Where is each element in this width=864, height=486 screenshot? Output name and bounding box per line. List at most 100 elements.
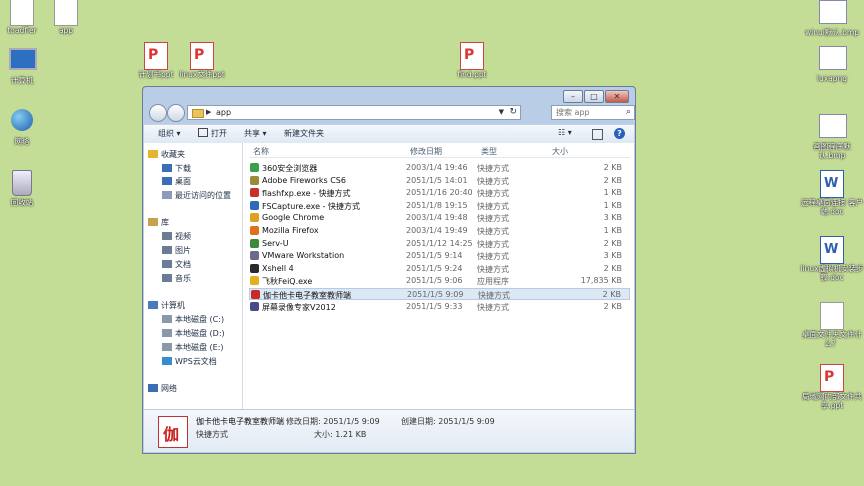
- navigation-pane: 收藏夹下载桌面最近访问的位置库视频图片文档音乐计算机本地磁盘 (C:) 本地磁盘 …: [144, 143, 243, 409]
- file-icon: [250, 301, 259, 311]
- desktop-icon-label: luxapng: [816, 74, 848, 83]
- open-button[interactable]: 打开: [198, 128, 227, 139]
- nav-item-label: 视频: [175, 232, 191, 241]
- nav-item-icon: [148, 384, 158, 392]
- nav-item[interactable]: 本地磁盘 (D:): [162, 328, 225, 339]
- file-icon: [250, 213, 259, 223]
- file-name: Google Chrome: [262, 213, 325, 223]
- desktop-icon[interactable]: 局域网内部文件共享.ppt: [800, 364, 864, 410]
- column-header-type[interactable]: 类型: [481, 146, 497, 157]
- ppt-icon: [460, 42, 484, 70]
- nav-item[interactable]: 本地磁盘 (C:): [162, 314, 224, 325]
- desktop-icon-label: 桌面文件夹文件什么？: [802, 330, 862, 348]
- file-row[interactable]: FSCapture.exe - 快捷方式 2051/1/8 19:15 快捷方式 1 …: [249, 200, 630, 212]
- file-size: 1 KB: [603, 200, 622, 210]
- desktop-icon[interactable]: linux虚拟机安装步骤.doc: [800, 236, 864, 282]
- help-icon[interactable]: ?: [614, 128, 625, 139]
- file-row[interactable]: flashfxp.exe - 快捷方式 2051/1/16 20:40 快捷方式 1 …: [249, 187, 630, 199]
- minimize-icon: –: [571, 92, 575, 101]
- nav-item[interactable]: 收藏夹: [148, 149, 185, 160]
- nav-item[interactable]: 桌面: [162, 176, 191, 187]
- forward-button[interactable]: [167, 104, 185, 122]
- file-size: 17,835 KB: [580, 276, 622, 286]
- column-header-size[interactable]: 大小: [552, 146, 568, 157]
- desktop-icon-label: 计算机: [10, 76, 34, 85]
- desktop-icon[interactable]: find.ppt: [440, 42, 504, 79]
- new-folder-button[interactable]: 新建文件夹: [284, 128, 324, 139]
- nav-item-label: 文档: [175, 260, 191, 269]
- nav-item[interactable]: 最近访问的位置: [162, 190, 231, 201]
- nav-item[interactable]: 库: [148, 217, 169, 228]
- address-bar[interactable]: ▶ app ▼ ↻: [187, 105, 521, 120]
- desktop-icon[interactable]: 回收站: [0, 170, 54, 207]
- desktop-icon[interactable]: 桌面文件夹文件什么？: [800, 302, 864, 348]
- view-options-icon[interactable]: ☷ ▾: [558, 128, 572, 137]
- file-row[interactable]: VMware Workstation 2051/1/5 9:14 快捷方式 3 KB: [249, 250, 630, 262]
- minimize-button[interactable]: –: [563, 90, 583, 103]
- nav-item[interactable]: 本地磁盘 (E:): [162, 342, 224, 353]
- bmp-icon: [819, 114, 847, 138]
- organize-menu[interactable]: 组织 ▾: [158, 128, 181, 139]
- file-date: 2051/1/16 20:40: [406, 188, 473, 198]
- file-row[interactable]: 360安全浏览器 2003/1/4 19:46 快捷方式 2 KB: [249, 162, 630, 174]
- nav-item-label: 图片: [175, 246, 191, 255]
- file-name: Serv-U: [262, 238, 289, 248]
- search-input[interactable]: [554, 107, 622, 118]
- file-row[interactable]: Xshell 4 2051/1/5 9:24 快捷方式 2 KB: [249, 263, 630, 275]
- nav-item[interactable]: 视频: [162, 231, 191, 242]
- desktop-icon[interactable]: 网络: [0, 107, 54, 146]
- refresh-icon[interactable]: ↻: [509, 107, 517, 117]
- nav-item[interactable]: WPS云文档: [162, 356, 217, 367]
- file-icon: [250, 226, 259, 235]
- details-file-type: 快捷方式: [196, 430, 228, 439]
- column-header-date[interactable]: 修改日期: [410, 146, 442, 157]
- preview-pane-icon[interactable]: [592, 129, 603, 140]
- file-icon: [250, 276, 259, 286]
- desktop-icon[interactable]: winui默认.bmp: [800, 0, 864, 37]
- desktop-icon[interactable]: luxapng: [800, 44, 864, 83]
- file-row[interactable]: Mozilla Firefox 2003/1/4 19:49 快捷方式 1 KB: [249, 225, 630, 237]
- address-dropdown-icon[interactable]: ▼: [499, 108, 504, 116]
- desktop-icon[interactable]: 计算机: [0, 44, 54, 85]
- file-date: 2003/1/4 19:46: [406, 163, 468, 172]
- search-icon[interactable]: ⌕: [626, 107, 631, 117]
- nav-item[interactable]: 音乐: [162, 273, 191, 284]
- share-menu[interactable]: 共享 ▾: [244, 128, 267, 139]
- open-icon: [198, 128, 208, 137]
- nav-item-icon: [162, 274, 172, 282]
- desktop-icon[interactable]: 画图程序默认.bmp: [800, 112, 864, 160]
- maximize-icon: □: [590, 92, 598, 101]
- file-row[interactable]: Google Chrome 2003/1/4 19:48 快捷方式 3 KB: [249, 212, 630, 224]
- nav-item-label: 本地磁盘 (D:): [175, 329, 225, 338]
- file-size: 2 KB: [602, 290, 621, 299]
- maximize-button[interactable]: □: [584, 90, 604, 103]
- back-button[interactable]: [149, 104, 167, 122]
- nav-item[interactable]: 下载: [162, 163, 191, 174]
- file-row[interactable]: 屏幕录像专家V2012 2051/1/5 9:33 快捷方式 2 KB: [249, 301, 630, 313]
- desktop-icon[interactable]: app: [34, 0, 98, 35]
- nav-item[interactable]: 网络: [148, 383, 177, 394]
- close-button[interactable]: ✕: [605, 90, 629, 103]
- file-row[interactable]: 飞秋FeiQ.exe 2051/1/5 9:06 应用程序 17,835 KB: [249, 275, 630, 287]
- file-row[interactable]: Adobe Fireworks CS6 2051/1/5 14:01 快捷方式 2 K…: [249, 175, 630, 187]
- address-path[interactable]: app: [216, 108, 231, 117]
- nav-item[interactable]: 计算机: [148, 300, 185, 311]
- file-row[interactable]: Serv-U 2051/1/12 14:25 快捷方式 2 KB: [249, 238, 630, 250]
- nav-item[interactable]: 图片: [162, 245, 191, 256]
- docw-icon: [820, 236, 844, 264]
- bmp-icon: [819, 0, 847, 24]
- file-type: 应用程序: [477, 277, 509, 287]
- nav-item[interactable]: 文档: [162, 259, 191, 270]
- ppt-icon: [820, 364, 844, 392]
- desktop-icon[interactable]: linux文件ppt: [170, 42, 234, 79]
- file-size: 2 KB: [603, 175, 622, 185]
- details-file-name: 伽卡他卡电子教室教师端: [196, 417, 284, 426]
- desktop-icon[interactable]: 远程桌面连接 客户端.doc: [800, 170, 864, 216]
- file-date: 2051/1/5 9:14: [406, 251, 463, 261]
- search-box[interactable]: ⌕: [551, 105, 635, 120]
- file-type: 快捷方式: [477, 227, 509, 236]
- nav-item-label: 本地磁盘 (E:): [175, 343, 224, 352]
- breadcrumb-arrow-icon[interactable]: ▶: [206, 108, 211, 116]
- file-row[interactable]: 伽卡他卡电子教室教师端 2051/1/5 9:09 快捷方式 2 KB: [249, 288, 630, 300]
- column-header-name[interactable]: 名称: [253, 146, 269, 157]
